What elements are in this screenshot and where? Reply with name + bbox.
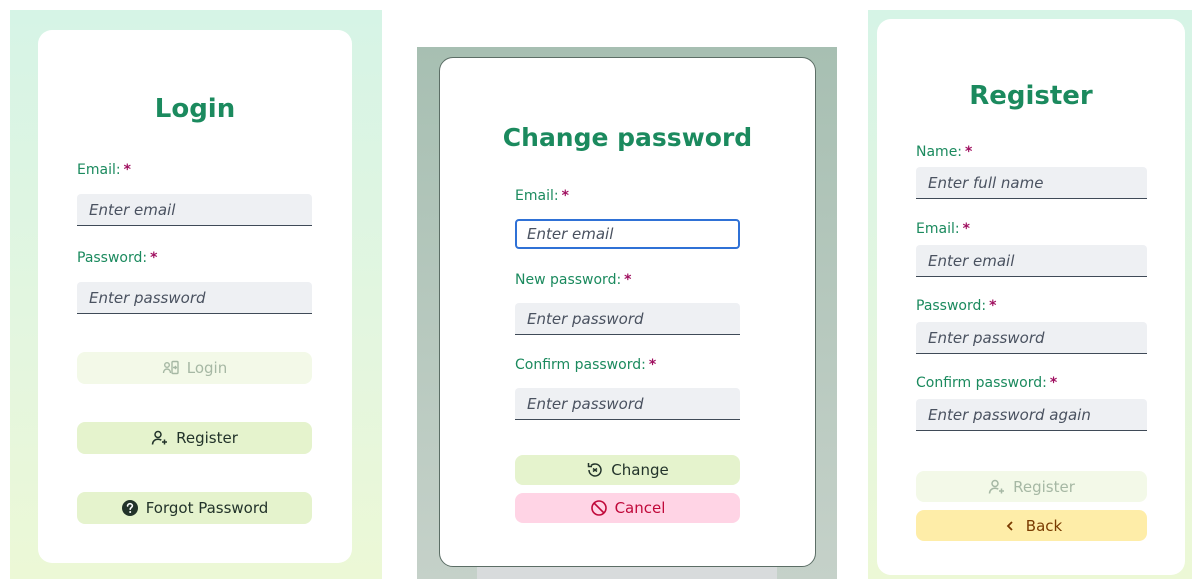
register-password-input[interactable]	[916, 322, 1147, 354]
change-button[interactable]: Change	[515, 455, 740, 485]
login-email-input[interactable]	[77, 194, 312, 226]
new-password-label: New password: *	[515, 272, 632, 288]
register-name-label-text: Name:	[916, 144, 963, 160]
register-submit-button-label: Register	[1013, 477, 1075, 496]
question-circle-icon	[121, 499, 139, 517]
change-email-label: Email: *	[515, 188, 569, 204]
required-mark: *	[1049, 375, 1058, 391]
register-confirm-label-text: Confirm password:	[916, 375, 1047, 391]
register-email-input[interactable]	[916, 245, 1147, 277]
login-password-label-text: Password:	[77, 250, 148, 266]
required-mark: *	[648, 357, 657, 373]
login-password-label: Password: *	[77, 250, 157, 266]
register-password-label: Password: *	[916, 298, 996, 314]
register-title: Register	[969, 81, 1093, 111]
confirm-password-input[interactable]	[515, 388, 740, 420]
login-email-label-text: Email:	[77, 162, 121, 178]
login-button[interactable]: Login	[77, 352, 312, 384]
register-confirm-input[interactable]	[916, 399, 1147, 431]
cancel-button-label: Cancel	[614, 499, 666, 517]
register-password-label-text: Password:	[916, 298, 987, 314]
back-button-label: Back	[1025, 516, 1063, 535]
required-mark: *	[150, 250, 158, 266]
change-button-label: Change	[611, 461, 669, 479]
new-password-input[interactable]	[515, 303, 740, 335]
required-mark: *	[624, 272, 632, 288]
back-button[interactable]: Back	[916, 510, 1147, 541]
required-mark: *	[962, 221, 970, 237]
refresh-icon	[586, 461, 604, 479]
add-user-icon	[988, 478, 1006, 496]
register-submit-button[interactable]: Register	[916, 471, 1147, 502]
backdrop-strip	[477, 566, 777, 579]
register-nav-button-label: Register	[176, 429, 238, 447]
forgot-password-button[interactable]: Forgot Password	[77, 492, 312, 524]
login-email-label: Email: *	[77, 162, 131, 178]
login-password-input[interactable]	[77, 282, 312, 314]
confirm-password-label: Confirm password: *	[515, 357, 656, 373]
change-email-input[interactable]	[515, 219, 740, 249]
required-mark: *	[123, 162, 131, 178]
new-password-label-text: New password:	[515, 272, 622, 288]
change-password-title: Change password	[502, 123, 753, 152]
register-name-input[interactable]	[916, 167, 1147, 199]
register-name-label: Name: *	[916, 144, 972, 160]
required-mark: *	[989, 298, 997, 314]
register-nav-button[interactable]: Register	[77, 422, 312, 454]
cancel-button[interactable]: Cancel	[515, 493, 740, 523]
forgot-password-button-label: Forgot Password	[145, 499, 269, 517]
register-confirm-label: Confirm password: *	[916, 375, 1057, 391]
login-icon	[162, 359, 180, 377]
register-email-label: Email: *	[916, 221, 970, 237]
confirm-password-label-text: Confirm password:	[515, 357, 646, 373]
required-mark: *	[561, 188, 569, 204]
login-title: Login	[154, 94, 236, 124]
required-mark: *	[965, 144, 973, 160]
login-button-label: Login	[186, 359, 228, 377]
chevron-left-icon	[1001, 517, 1019, 535]
cancel-circle-icon	[590, 499, 608, 517]
change-email-label-text: Email:	[515, 188, 559, 204]
add-user-icon	[151, 429, 169, 447]
register-email-label-text: Email:	[916, 221, 960, 237]
